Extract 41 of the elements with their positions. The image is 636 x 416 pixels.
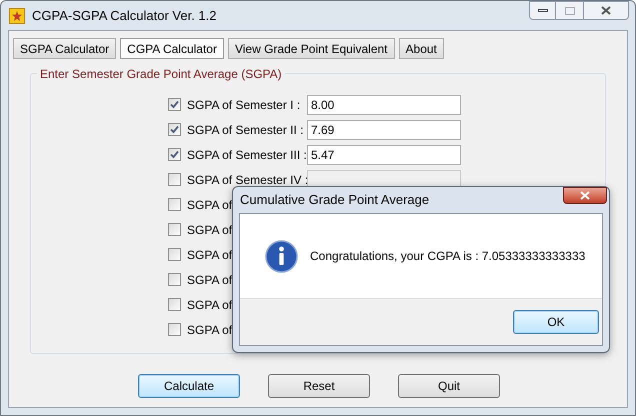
checkbox[interactable]: [168, 323, 181, 336]
close-button[interactable]: [563, 187, 607, 204]
tab[interactable]: SGPA Calculator: [13, 38, 116, 59]
sgpa-field[interactable]: 8.00: [307, 94, 461, 114]
semester-label: SGPA of: [187, 196, 232, 214]
action-button[interactable]: Quit: [398, 374, 500, 398]
action-button[interactable]: Reset: [268, 374, 370, 398]
semester-label: SGPA of: [187, 246, 232, 264]
dialog-message: Congratulations, your CGPA is : 7.05333333333333: [310, 248, 586, 265]
sgpa-field[interactable]: 7.69: [307, 120, 461, 140]
checkbox[interactable]: [168, 298, 181, 311]
semester-label: SGPA of: [187, 322, 232, 338]
checkbox[interactable]: [168, 173, 181, 186]
semester-label: SGPA of: [187, 272, 232, 288]
app-icon: [9, 8, 25, 24]
close-icon: [601, 6, 611, 15]
semester-label: SGPA of Semester II :: [187, 122, 304, 138]
checkbox[interactable]: [168, 198, 181, 211]
sgpa-field[interactable]: 5.47: [307, 144, 461, 164]
ok-button[interactable]: OK: [513, 310, 599, 334]
tab[interactable]: About: [398, 38, 444, 59]
semester-label: SGPA of Semester IV :: [187, 172, 307, 188]
tab[interactable]: CGPA Calculator: [120, 38, 224, 59]
dialog-title: Cumulative Grade Point Average: [240, 191, 430, 210]
checkbox[interactable]: [168, 123, 181, 136]
tab[interactable]: View Grade Point Equivalent: [228, 38, 395, 59]
checkbox[interactable]: [168, 98, 181, 111]
semester-label: SGPA of Semester I :: [187, 96, 302, 114]
close-icon: [580, 191, 590, 200]
close-button[interactable]: [583, 1, 629, 20]
checkbox[interactable]: [168, 148, 181, 161]
checkbox[interactable]: [168, 223, 181, 236]
checkbox[interactable]: [168, 273, 181, 286]
window-title: CGPA-SGPA Calculator Ver. 1.2: [32, 6, 216, 25]
checkbox[interactable]: [168, 248, 181, 261]
semester-label: SGPA of Semester III :: [187, 146, 307, 164]
action-button[interactable]: Calculate: [138, 374, 240, 398]
semester-label: SGPA of: [187, 296, 232, 314]
semester-label: SGPA of: [187, 222, 232, 238]
info-icon: [265, 240, 298, 272]
minimize-button[interactable]: [529, 1, 556, 20]
